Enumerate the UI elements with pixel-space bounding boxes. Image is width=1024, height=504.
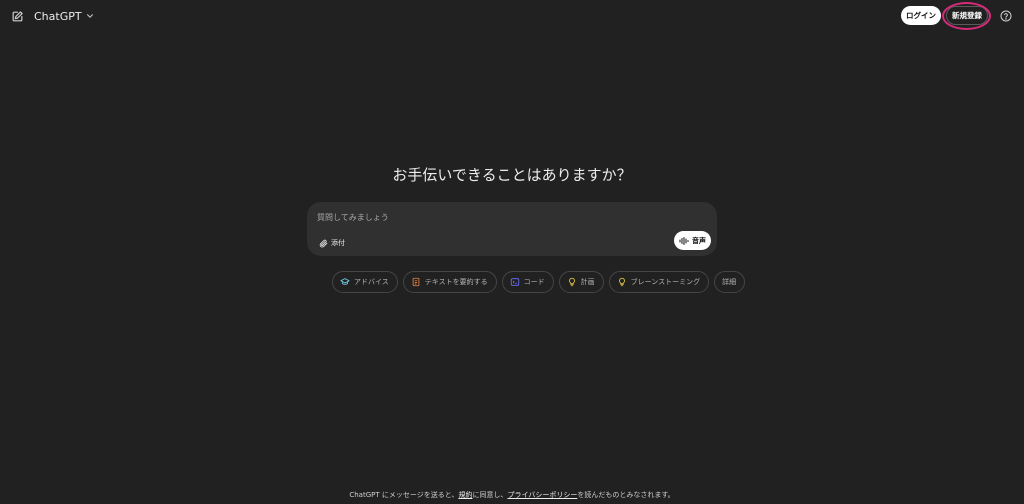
chip-label: ブレーンストーミング [630, 278, 701, 286]
voice-button[interactable]: 音声 [674, 231, 711, 250]
chatgpt-page: ChatGPT ログイン 新規登録 お手伝いできることはありますか？ 添付 [0, 0, 1024, 504]
chip-advice[interactable]: アドバイス [332, 271, 398, 293]
chevron-down-icon [86, 14, 93, 19]
new-chat-button[interactable] [10, 9, 24, 23]
attach-label: 添付 [331, 239, 345, 247]
chip-summarize[interactable]: テキストを要約する [402, 271, 497, 293]
suggestion-chips: アドバイス テキストを要約する コード 計画 ブレーンストーミング 詳細 [332, 271, 746, 293]
voice-label: 音声 [692, 236, 706, 245]
footer-disclaimer: ChatGPT にメッセージを送ると、規約に同意し、プライバシーポリシーを読んだ… [0, 490, 1024, 500]
waveform-icon [679, 236, 689, 245]
chip-plan[interactable]: 計画 [558, 271, 604, 293]
chip-code[interactable]: コード [501, 271, 554, 293]
model-name: ChatGPT [34, 9, 82, 23]
footer-text: ChatGPT にメッセージを送ると、 [349, 491, 459, 499]
chip-label: 計画 [580, 278, 595, 286]
graduation-cap-icon [340, 277, 350, 287]
help-button[interactable] [999, 9, 1012, 22]
login-button[interactable]: ログイン [901, 6, 941, 25]
attach-button[interactable]: 添付 [319, 237, 345, 249]
edit-icon [12, 10, 23, 21]
lightbulb-icon [567, 277, 577, 287]
composer: 添付 [307, 202, 717, 256]
chip-brainstorm[interactable]: ブレーンストーミング [608, 271, 710, 293]
chip-label: アドバイス [354, 278, 389, 286]
prompt-input[interactable] [317, 210, 677, 224]
help-icon [1000, 10, 1011, 21]
paperclip-icon [319, 239, 328, 247]
chip-more[interactable]: 詳細 [714, 271, 746, 293]
chip-label: コード [523, 278, 545, 286]
document-icon [411, 277, 421, 287]
model-selector[interactable]: ChatGPT [34, 8, 94, 24]
signup-button[interactable]: 新規登録 [946, 6, 988, 25]
footer-text: に同意し、 [472, 491, 508, 499]
privacy-link[interactable]: プライバシーポリシー [507, 491, 577, 499]
lightbulb-icon [617, 277, 627, 287]
chip-label: 詳細 [722, 278, 737, 286]
top-bar: ChatGPT ログイン 新規登録 [0, 0, 1024, 32]
code-icon [510, 277, 520, 287]
footer-text: を読んだものとみなされます。 [577, 491, 675, 499]
terms-link[interactable]: 規約 [458, 491, 472, 499]
chip-label: テキストを要約する [424, 278, 488, 286]
page-title: お手伝いできることはありますか？ [392, 166, 632, 184]
